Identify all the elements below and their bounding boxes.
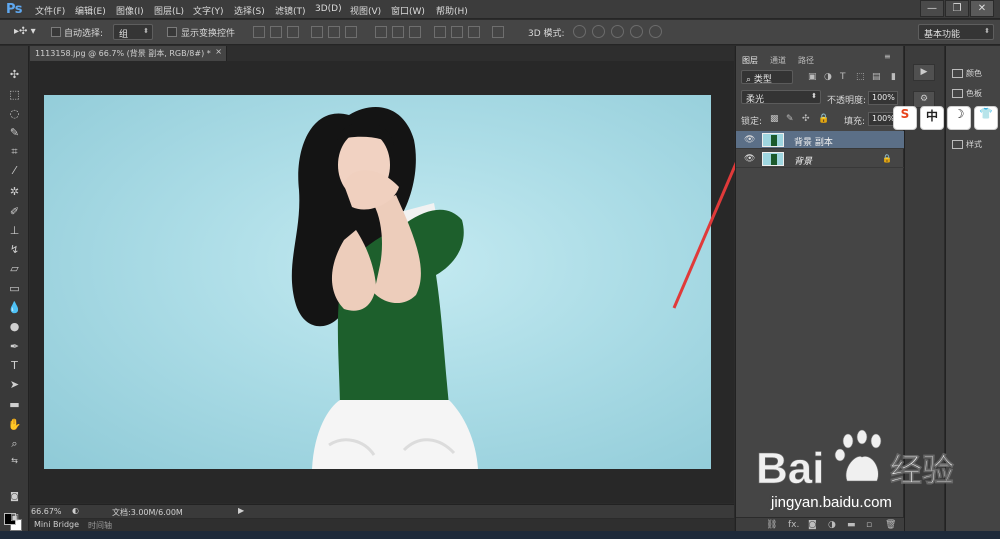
lock-all-icon[interactable]: 🔒 [818, 114, 829, 124]
layer-name[interactable]: 背景 副本 [794, 135, 833, 148]
status-preview-icon: ◐ [72, 506, 79, 515]
half-width-icon[interactable]: ☽ [947, 106, 971, 130]
palette-icon [952, 69, 963, 78]
svg-text:经验: 经验 [890, 451, 954, 489]
panel-swatches[interactable]: 色板 [952, 88, 982, 99]
search-icon: ⌕ [746, 75, 754, 85]
opacity-input[interactable]: 100% [868, 91, 898, 105]
document-info: 文档:3.00M/6.00M [112, 508, 183, 517]
lock-icon: 🔒 [882, 154, 892, 163]
tab-channels[interactable]: 通道 [770, 55, 786, 66]
filter-adjustment-icon[interactable]: ◑ [824, 72, 832, 82]
layer-filter-dropdown[interactable]: ⌕ 类型 [741, 70, 793, 85]
layer-name[interactable]: 背景 [794, 154, 812, 167]
lock-pixels-icon[interactable]: ✎ [786, 114, 794, 124]
layer-filter-value: 类型 [753, 75, 772, 85]
panel-swatches-label: 色板 [966, 89, 982, 98]
tab-layers[interactable]: 图层 [742, 55, 758, 66]
filter-toggle-icon[interactable]: ▮ [891, 72, 896, 82]
eye-icon[interactable]: 👁 [744, 135, 755, 145]
sogou-icon[interactable]: S [893, 106, 917, 130]
panel-menu-icon[interactable]: ≡ [884, 52, 891, 61]
layer-row[interactable]: 👁 背景 🔒 [736, 150, 904, 168]
panel-color[interactable]: 颜色 [952, 68, 982, 79]
tab-paths[interactable]: 路径 [798, 55, 814, 66]
filter-pixel-icon[interactable]: ▣ [808, 72, 817, 82]
bottom-panel-tabs: Mini Bridge 时间轴 [30, 519, 734, 531]
blend-mode-value: 柔光 [746, 95, 765, 105]
chinese-mode-icon[interactable]: 中 [920, 106, 944, 130]
fill-label: 填充: [844, 117, 866, 127]
layer-thumbnail [762, 133, 784, 147]
panel-color-label: 颜色 [966, 69, 982, 78]
layer-thumbnail [762, 152, 784, 166]
eye-icon[interactable]: 👁 [744, 154, 755, 164]
status-menu-arrow-icon[interactable]: ▶ [238, 506, 244, 515]
status-bar: 66.67% ◐ 文档:3.00M/6.00M ▶ [30, 504, 734, 518]
chevron-down-icon: ⬍ [811, 92, 817, 100]
tab-mini-bridge[interactable]: Mini Bridge [34, 520, 79, 529]
filter-shape-icon[interactable]: ⬚ [856, 72, 865, 82]
windows-taskbar [0, 531, 1000, 539]
skin-icon[interactable]: 👕 [974, 106, 998, 130]
lock-position-icon[interactable]: ✣ [802, 114, 810, 124]
play-actions-icon[interactable]: ▶ [913, 64, 935, 81]
panel-styles[interactable]: 样式 [952, 139, 982, 150]
filter-smart-object-icon[interactable]: ▤ [872, 72, 881, 82]
layer-row[interactable]: 👁 背景 副本 [736, 131, 904, 149]
styles-icon [952, 140, 963, 149]
svg-text:Bai: Bai [756, 444, 824, 493]
watermark-url: jingyan.baidu.com [771, 494, 892, 511]
tab-timeline[interactable]: 时间轴 [88, 520, 112, 531]
panel-styles-label: 样式 [966, 140, 982, 149]
lock-transparency-icon[interactable]: ▩ [770, 114, 779, 124]
filter-type-icon[interactable]: T [840, 72, 846, 82]
zoom-level[interactable]: 66.67% [31, 507, 62, 516]
blend-mode-dropdown[interactable]: 柔光 ⬍ [741, 90, 821, 105]
opacity-label: 不透明度: [827, 96, 867, 106]
lock-label: 锁定: [741, 117, 763, 127]
swatches-icon [952, 89, 963, 98]
